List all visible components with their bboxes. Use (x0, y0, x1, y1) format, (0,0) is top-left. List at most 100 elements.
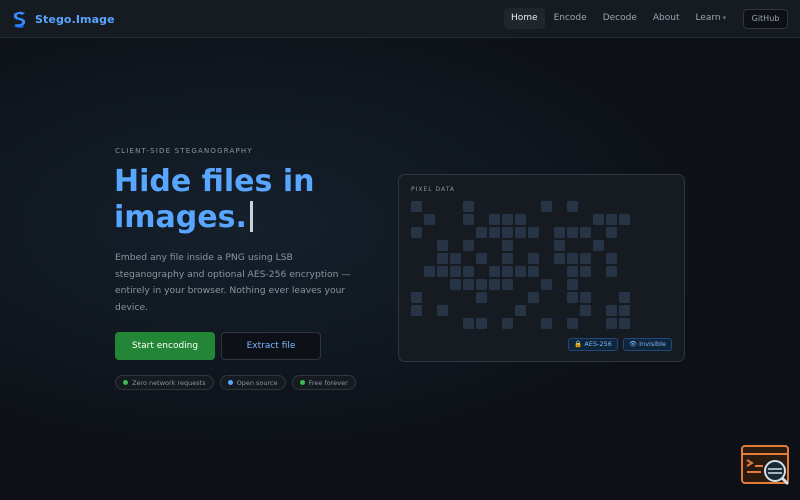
pixel-cell (424, 214, 435, 225)
hero-title: Hide files in images. (114, 164, 394, 236)
pixel-cell (528, 227, 539, 238)
pixel-cell (411, 201, 422, 212)
feature-pill-label: Open source (236, 378, 278, 387)
pixel-cell (489, 266, 500, 277)
brand-name: Stego.Image (35, 12, 115, 26)
status-dot-icon (299, 380, 305, 385)
pixel-cell (593, 240, 604, 251)
pixel-cell (437, 266, 448, 277)
pixel-cell (580, 227, 591, 238)
pixel-cell (580, 305, 591, 316)
terminal-search-icon[interactable] (741, 445, 791, 487)
pixel-cell (502, 266, 513, 277)
pixel-cell (528, 266, 539, 277)
pixel-cell (502, 240, 513, 251)
pixel-cell (463, 240, 474, 251)
pixel-cell (567, 292, 578, 303)
pixel-cell (476, 227, 487, 238)
pixel-data-card: PIXEL DATA 🔒 AES-256 👁 Invisible (398, 174, 685, 362)
pixel-cell (606, 214, 617, 225)
pixel-cell (554, 240, 565, 251)
feature-pill-label: Zero network requests (132, 378, 206, 387)
pixel-cell (489, 279, 500, 290)
nav-about[interactable]: About (646, 8, 687, 29)
nav-learn[interactable]: Learn ▾ (688, 8, 733, 29)
top-navbar: Stego.Image Home Encode Decode About Lea… (0, 0, 800, 38)
pixel-cell (450, 266, 461, 277)
feature-pill: Zero network requests (115, 375, 214, 390)
pixel-cell (463, 279, 474, 290)
pixel-cell (528, 292, 539, 303)
card-badges: 🔒 AES-256 👁 Invisible (568, 338, 672, 351)
pixel-cell (463, 214, 474, 225)
hero-title-line1: Hide files in (114, 164, 315, 199)
pixel-cell (489, 227, 500, 238)
pixel-cell (567, 253, 578, 264)
pixel-cell (567, 279, 578, 290)
pixel-cell (554, 227, 565, 238)
pixel-cell (619, 305, 630, 316)
pixel-cell (515, 214, 526, 225)
pixel-cell (528, 253, 539, 264)
nav-learn-label: Learn (695, 13, 721, 23)
pixel-cell (619, 214, 630, 225)
pixel-cell (515, 266, 526, 277)
pixel-cell (541, 318, 552, 329)
pixel-cell (463, 318, 474, 329)
pixel-cell (580, 292, 591, 303)
status-dot-icon (123, 380, 128, 385)
pixel-cell (567, 201, 578, 212)
pixel-cell (606, 253, 617, 264)
pixel-cell (580, 266, 591, 277)
github-button[interactable]: GitHub (743, 9, 788, 29)
pixel-cell (567, 318, 578, 329)
pixel-cell (502, 214, 513, 225)
extract-file-button[interactable]: Extract file (221, 332, 321, 360)
pixel-cell (502, 279, 513, 290)
feature-pill: Open source (219, 375, 286, 390)
stego-logo-icon (13, 11, 26, 28)
pixel-cell (593, 214, 604, 225)
pixel-cell (606, 266, 617, 277)
invisible-badge: 👁 Invisible (622, 338, 672, 351)
pixel-cell (619, 292, 630, 303)
typing-cursor (249, 201, 253, 232)
pixel-cell (606, 318, 617, 329)
nav-decode[interactable]: Decode (596, 8, 644, 29)
pixel-cell (437, 253, 448, 264)
feature-pills: Zero network requests Open source Free f… (115, 375, 356, 390)
hero-description: Embed any file inside a PNG using LSB st… (115, 252, 351, 313)
pixel-cell (515, 305, 526, 316)
pixel-cell (463, 201, 474, 212)
pixel-cell (476, 318, 487, 329)
pixel-cell (476, 253, 487, 264)
pixel-cell (411, 305, 422, 316)
pixel-cell (450, 253, 461, 264)
pixel-cell (424, 266, 435, 277)
pixel-cell (411, 292, 422, 303)
pixel-cell (476, 279, 487, 290)
nav-home[interactable]: Home (504, 8, 545, 29)
main-nav: Home Encode Decode About Learn ▾ (504, 8, 733, 29)
status-dot-icon (227, 380, 233, 385)
hero-title-line2: images. (114, 200, 247, 235)
pixel-cell (502, 318, 513, 329)
pixel-cell (554, 253, 565, 264)
aes-badge: 🔒 AES-256 (568, 338, 618, 351)
brand[interactable]: Stego.Image (12, 10, 115, 28)
hero-eyebrow: CLIENT-SIDE STEGANOGRAPHY (115, 147, 253, 155)
pixel-cell (463, 266, 474, 277)
pixel-cell (411, 227, 422, 238)
pixel-cell (606, 305, 617, 316)
pixel-cell (619, 318, 630, 329)
pixel-cell (476, 292, 487, 303)
pixel-data-label: PIXEL DATA (411, 186, 455, 193)
pixel-grid (411, 201, 630, 329)
pixel-cell (541, 279, 552, 290)
pixel-cell (606, 227, 617, 238)
start-encoding-button[interactable]: Start encoding (115, 332, 215, 360)
chevron-down-icon: ▾ (722, 14, 727, 22)
nav-encode[interactable]: Encode (547, 8, 594, 29)
pixel-cell (450, 279, 461, 290)
pixel-cell (567, 227, 578, 238)
